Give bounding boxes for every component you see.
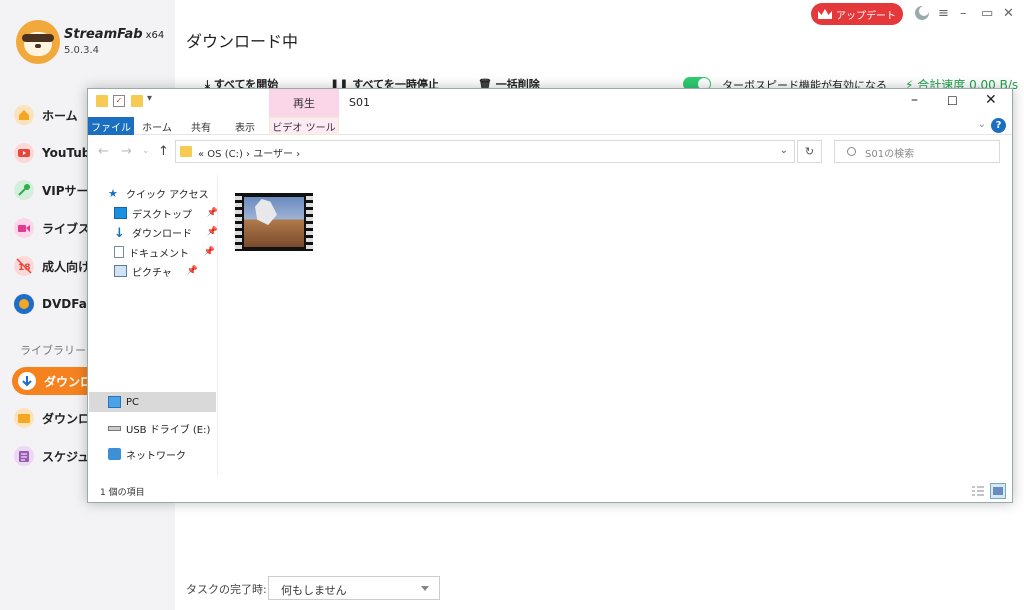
details-view-icon[interactable] bbox=[970, 483, 986, 499]
tab-home[interactable]: ホーム bbox=[140, 117, 174, 135]
chevron-down-icon[interactable]: ⌄ bbox=[780, 145, 788, 156]
sidebar-item-dvdfab[interactable]: DVDFab bbox=[14, 291, 95, 317]
back-arrow-icon[interactable]: ← bbox=[98, 144, 109, 159]
explorer-titlebar: ✓ ▾ 再生 S01 – ☐ ✕ bbox=[88, 89, 1012, 117]
adult-restricted-icon: 18 bbox=[14, 256, 34, 276]
usb-drive-icon bbox=[108, 425, 121, 431]
folder-icon bbox=[180, 146, 192, 157]
app-version: 5.0.3.4 bbox=[64, 45, 99, 56]
large-icons-view-icon[interactable] bbox=[990, 483, 1006, 499]
download-arrow-icon: ↓ bbox=[114, 226, 125, 241]
maximize-icon[interactable]: ▭ bbox=[981, 6, 993, 21]
computer-icon bbox=[108, 396, 121, 408]
file-list bbox=[219, 175, 1012, 475]
up-arrow-icon[interactable]: ↑ bbox=[158, 144, 169, 159]
window-title: S01 bbox=[349, 96, 370, 109]
schedule-list-icon bbox=[14, 446, 34, 466]
completion-action-select[interactable]: 何もしません bbox=[268, 576, 440, 600]
item-count: 1 個の項目 bbox=[100, 488, 145, 498]
close-icon[interactable]: ✕ bbox=[1003, 6, 1014, 21]
desktop-icon bbox=[114, 207, 127, 219]
brand-name: StreamFab x64 bbox=[64, 27, 165, 42]
pin-icon[interactable]: 📌 bbox=[187, 266, 198, 276]
search-placeholder: S01の検索 bbox=[865, 149, 915, 160]
picture-icon bbox=[114, 265, 127, 277]
tab-video-tools[interactable]: ビデオ ツール bbox=[269, 117, 339, 135]
completion-action-value: 何もしません bbox=[281, 584, 347, 597]
sidebar-item-label: ホーム bbox=[42, 108, 78, 123]
close-icon[interactable]: ✕ bbox=[985, 92, 997, 108]
search-input[interactable]: S01の検索 bbox=[834, 140, 1000, 163]
nav-network[interactable]: ネットワーク bbox=[108, 444, 186, 464]
chevron-down-icon[interactable]: ⌄ bbox=[978, 119, 986, 130]
streamfab-app: StreamFab x64 5.0.3.4 ホーム YouTube VIPサービス… bbox=[0, 0, 1024, 610]
film-strip-left bbox=[235, 193, 242, 251]
help-icon[interactable]: ? bbox=[991, 118, 1006, 133]
address-bar[interactable]: « OS (C:) › ユーザー › ⌄ bbox=[175, 140, 795, 163]
crown-icon bbox=[818, 9, 832, 19]
minimize-icon[interactable]: – bbox=[911, 92, 918, 108]
nav-desktop[interactable]: デスクトップ 📌 bbox=[114, 203, 218, 223]
sidebar-item-home[interactable]: ホーム bbox=[14, 102, 78, 128]
download-arrow-icon bbox=[18, 372, 36, 390]
key-icon bbox=[14, 180, 34, 200]
refresh-button[interactable]: ↻ bbox=[797, 140, 822, 163]
sidebar-item-youtube[interactable]: YouTube bbox=[14, 140, 99, 166]
nav-quick-access[interactable]: ★ クイック アクセス bbox=[108, 183, 209, 203]
completion-label: タスクの完了時: bbox=[186, 583, 267, 596]
star-icon: ★ bbox=[108, 187, 118, 200]
new-folder-icon[interactable] bbox=[131, 95, 143, 107]
home-icon bbox=[14, 105, 34, 125]
refresh-icon: ↻ bbox=[804, 145, 815, 158]
video-camera-icon bbox=[14, 218, 34, 238]
recent-locations-icon[interactable]: ⌄ bbox=[142, 146, 150, 156]
dvdfab-icon bbox=[14, 294, 34, 314]
nav-downloads[interactable]: ↓ ダウンロード 📌 bbox=[114, 222, 218, 242]
menu-icon[interactable]: ≡ bbox=[938, 6, 949, 21]
nav-pc[interactable]: PC bbox=[108, 392, 139, 412]
navigation-pane: ★ クイック アクセス デスクトップ 📌 ↓ ダウンロード 📌 ドキュメント 📌… bbox=[88, 175, 218, 475]
forward-arrow-icon[interactable]: → bbox=[121, 144, 132, 159]
folder-icon bbox=[14, 408, 34, 428]
customize-quick-access-icon[interactable]: ▾ bbox=[147, 93, 159, 105]
tab-share[interactable]: 共有 bbox=[184, 117, 218, 135]
nav-usb-drive[interactable]: USB ドライブ (E:) bbox=[108, 418, 210, 438]
streamfab-logo bbox=[16, 20, 60, 64]
pin-icon[interactable]: 📌 bbox=[207, 208, 218, 218]
properties-icon[interactable]: ✓ bbox=[113, 95, 125, 107]
sidebar-item-adult[interactable]: 18 成人向け bbox=[14, 253, 90, 279]
film-strip-right bbox=[306, 193, 313, 251]
search-icon bbox=[847, 147, 856, 156]
network-icon bbox=[108, 448, 121, 460]
nav-pictures[interactable]: ピクチャ 📌 bbox=[114, 261, 198, 281]
upgrade-button[interactable]: アップデート bbox=[811, 3, 903, 25]
document-icon bbox=[114, 246, 124, 258]
page-title: ダウンロード中 bbox=[186, 32, 299, 51]
status-bar: 1 個の項目 bbox=[88, 480, 1012, 502]
youtube-icon bbox=[14, 143, 34, 163]
maximize-icon[interactable]: ☐ bbox=[947, 94, 958, 108]
pin-icon[interactable]: 📌 bbox=[204, 247, 215, 257]
minimize-icon[interactable]: – bbox=[960, 6, 967, 21]
upgrade-label: アップデート bbox=[836, 10, 896, 22]
theme-icon[interactable] bbox=[914, 5, 930, 25]
library-section-label: ライブラリー bbox=[20, 344, 86, 357]
tab-file[interactable]: ファイル bbox=[88, 117, 134, 135]
pin-icon[interactable]: 📌 bbox=[207, 227, 218, 237]
video-file-thumbnail[interactable] bbox=[235, 193, 313, 251]
video-preview bbox=[244, 197, 304, 247]
nav-documents[interactable]: ドキュメント 📌 bbox=[114, 242, 215, 262]
file-explorer-window: ✓ ▾ 再生 S01 – ☐ ✕ ファイル ホーム 共有 表示 ビデオ ツール … bbox=[87, 88, 1013, 503]
chevron-down-icon bbox=[421, 586, 429, 591]
folder-icon bbox=[96, 95, 108, 107]
ribbon-tabs: ファイル ホーム 共有 表示 ビデオ ツール ⌄ ? bbox=[88, 117, 1012, 135]
address-path: « OS (C:) › ユーザー › bbox=[198, 149, 301, 160]
tab-view[interactable]: 表示 bbox=[228, 117, 262, 135]
sidebar-item-label: 成人向け bbox=[42, 259, 91, 274]
play-contextual-tab[interactable]: 再生 bbox=[269, 89, 339, 117]
address-row: ← → ⌄ ↑ « OS (C:) › ユーザー › ⌄ ↻ S01の検索 bbox=[88, 137, 1012, 167]
